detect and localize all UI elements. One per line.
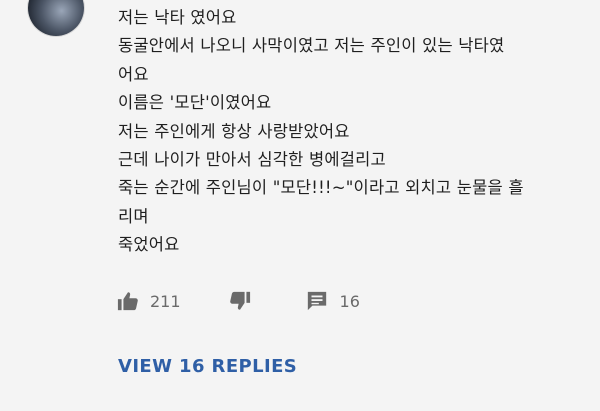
comment-line: 리며 bbox=[118, 206, 149, 226]
comment-text: 저는 낙타 였어요 동굴안에서 나오니 사막이였고 저는 주인이 있는 낙타였 … bbox=[118, 4, 588, 260]
view-replies-button[interactable]: VIEW 16 REPLIES bbox=[118, 356, 297, 377]
comment-actions: 211 16 bbox=[116, 288, 360, 314]
like-button[interactable]: 211 bbox=[116, 290, 181, 312]
comment-line: 동굴안에서 나오니 사막이였고 저는 주인이 있는 낙타였 bbox=[118, 36, 505, 56]
reply-button[interactable]: 16 bbox=[306, 290, 360, 312]
comment-line: 어요 bbox=[118, 64, 149, 84]
comment-line: 죽는 순간에 주인님이 "모단!!!~"이라고 외치고 눈물을 흘 bbox=[118, 178, 524, 198]
comment-line: 죽었어요 bbox=[118, 235, 180, 255]
dislike-button[interactable] bbox=[228, 290, 252, 312]
reply-count: 16 bbox=[339, 291, 360, 311]
avatar[interactable] bbox=[28, 0, 84, 36]
comment-line: 저는 주인에게 항상 사랑받았어요 bbox=[118, 121, 350, 141]
comment-line: 이름은 '모단'이였어요 bbox=[118, 93, 272, 113]
thumbs-down-icon bbox=[228, 290, 252, 312]
comment-line: 저는 낙타 였어요 bbox=[118, 8, 237, 27]
thumbs-up-icon bbox=[116, 290, 140, 312]
comment-line: 근데 나이가 만아서 심각한 병에걸리고 bbox=[118, 150, 386, 170]
reply-icon bbox=[306, 290, 328, 312]
like-count: 211 bbox=[150, 291, 181, 311]
